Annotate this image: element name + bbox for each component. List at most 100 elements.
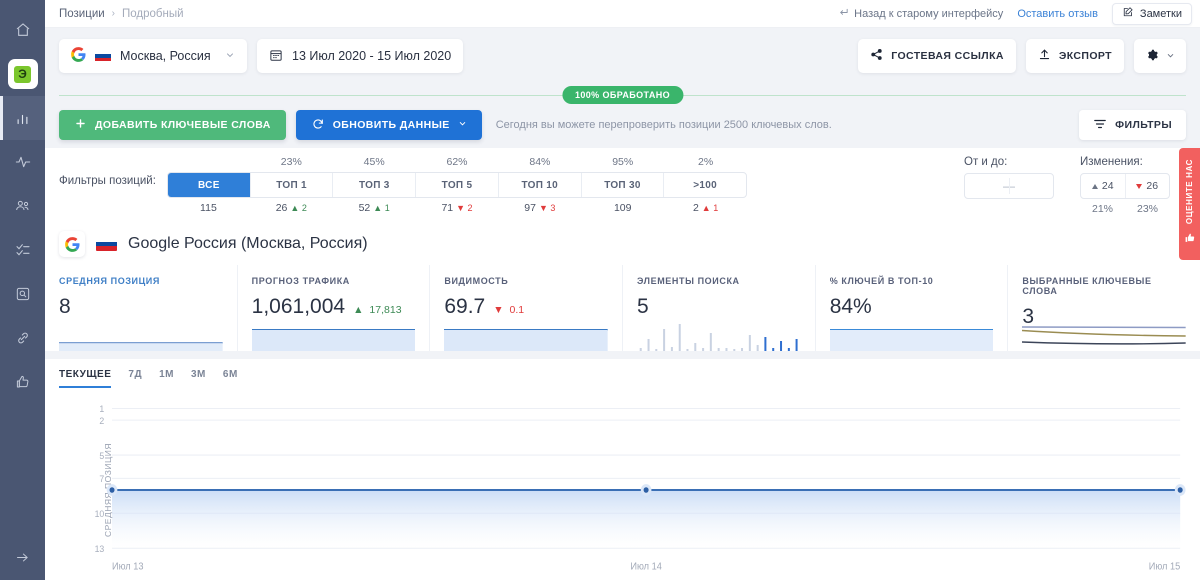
breadcrumb-root[interactable]: Позиции [59,8,105,20]
refresh-data-button[interactable]: ОБНОВИТЬ ДАННЫЕ [295,110,482,140]
svg-text:13: 13 [95,544,105,554]
tab-current[interactable]: ТЕКУЩЕЕ [59,369,112,388]
arrow-right-icon [15,550,30,570]
pf-pct [167,156,250,172]
sidebar-item-tasks[interactable] [0,228,45,272]
tab-7d[interactable]: 7Д [128,369,142,388]
sidebar-item-project[interactable]: Э [0,52,45,96]
settings-button[interactable] [1134,39,1186,73]
changes-up[interactable]: 24 [1081,174,1126,198]
export-label: ЭКСПОРТ [1058,50,1112,62]
breadcrumb-current: Подробный [122,7,184,20]
card-value-row: 5 [637,295,801,319]
segment-all[interactable]: ВСЕ [168,173,251,197]
card-value: 5 [637,295,649,318]
metric-card-search-features[interactable]: ЭЛЕМЕНТЫ ПОИСКА 5 [623,265,816,351]
filter-icon [1093,118,1107,133]
position-filters-percents: 23% 45% 62% 84% 95% 2% [167,156,747,172]
card-title: ВЫБРАННЫЕ КЛЮЧЕВЫЕ СЛОВА [1022,276,1152,296]
svg-text:1: 1 [99,404,104,414]
date-range-picker[interactable]: 13 Июл 2020 - 15 Июл 2020 [257,39,464,73]
position-filters-counts: 115 26 ▲ 2 52 ▲ 1 71 ▼ 2 97 ▼ 3 109 2 ▲ 1 [167,198,747,214]
back-to-old-ui-label: Назад к старому интерфейсу [854,7,1004,20]
leave-feedback-link[interactable]: Оставить отзыв [1017,8,1098,20]
return-arrow-icon [838,7,849,21]
segment-top10[interactable]: ТОП 10 [499,173,582,197]
segment-top3[interactable]: ТОП 3 [333,173,417,197]
tab-1m[interactable]: 1М [159,369,174,388]
triangle-down-icon [1136,183,1143,189]
position-filter-segmented-control: ВСЕ ТОП 1 ТОП 3 ТОП 5 ТОП 10 ТОП 30 >100 [167,172,747,198]
card-sparkline [251,321,416,351]
card-value-row: 1,061,004 ▲ 17,813 [252,295,416,319]
segment-top30[interactable]: ТОП 30 [582,173,665,197]
rate-us-tab[interactable]: ОЦЕНИТЕ НАС [1179,148,1200,260]
refresh-hint: Сегодня вы можете перепроверить позиции … [495,119,832,131]
pf-count: 109 [581,198,664,214]
metric-card-average-position[interactable]: СРЕДНЯЯ ПОЗИЦИЯ 8 [45,265,238,351]
card-value: 1,061,004 [251,295,346,318]
metric-card-traffic-forecast[interactable]: ПРОГНОЗ ТРАФИКА 1,061,004 ▲ 17,813 [237,265,431,351]
chart-canvas: 1 2 5 7 10 13 Июл 13 Июл 14 Июл 15 [81,400,1186,580]
range-input[interactable]: — [964,173,1054,199]
rate-us-label: ОЦЕНИТЕ НАС [1185,158,1194,225]
range-title: От и до: [964,156,1008,168]
sidebar-expand-button[interactable] [0,550,45,570]
segment-top5[interactable]: ТОП 5 [416,173,499,197]
position-filters-group: 23% 45% 62% 84% 95% 2% ВСЕ ТОП 1 ТОП 3 Т… [167,156,747,214]
changes-down[interactable]: 26 [1126,174,1170,198]
export-button[interactable]: ЭКСПОРТ [1025,39,1124,73]
position-filters-label: Фильтры позиций: [59,175,156,187]
sidebar-item-rankings[interactable] [0,96,45,140]
segment-over100[interactable]: >100 [664,173,746,197]
pf-pct: 23% [280,156,302,168]
sidebar-item-audit[interactable] [0,272,45,316]
filters-button[interactable]: ФИЛЬТРЫ [1079,110,1186,140]
notes-button[interactable]: Заметки [1111,2,1192,25]
pf-count: 97 ▼ 3 [498,198,581,214]
refresh-icon [311,117,325,134]
sidebar-item-backlinks[interactable] [0,316,45,360]
svg-text:Июл 15: Июл 15 [1149,561,1180,572]
controls-section: Москва, Россия 13 Июл 2020 - 15 Июл 2020 [45,28,1200,140]
pf-count-value: 2 [692,202,699,214]
link-icon [15,330,31,346]
russia-flag-icon [96,237,117,251]
svg-text:5: 5 [99,450,104,460]
site-selector[interactable]: Москва, Россия [59,39,247,73]
sidebar-item-competitors[interactable] [0,184,45,228]
metric-card-top10-percent[interactable]: % КЛЮЧЕЙ В ТОП-10 84% [815,265,1009,351]
average-position-chart[interactable]: СРЕДНЯЯ ПОЗИЦИЯ 1 2 5 7 10 13 Июл 13 Июл 14 Июл … [59,400,1186,580]
metric-card-selected-keywords[interactable]: ВЫБРАННЫЕ КЛЮЧЕВЫЕ СЛОВА 3 [1008,265,1200,351]
guest-link-button[interactable]: ГОСТЕВАЯ ССЫЛКА [858,39,1016,73]
top-bar-actions: Назад к старому интерфейсу Оставить отзы… [838,2,1192,25]
pf-delta-down: ▼ 2 [456,203,473,213]
sidebar-item-activity[interactable] [0,140,45,184]
back-to-old-ui-link[interactable]: Назад к старому интерфейсу [838,7,1003,21]
engine-title: Google Россия (Москва, Россия) [128,235,368,252]
people-icon [15,198,31,214]
metric-card-visibility[interactable]: ВИДИМОСТЬ 69.7 ▼ 0.1 [430,265,624,351]
progress-badge: 100% ОБРАБОТАНО [561,86,684,104]
card-sparkline [829,321,994,351]
pf-delta-up: ▲ 2 [290,203,307,213]
left-sidebar: Э [0,0,45,580]
sidebar-item-feedback[interactable] [0,360,45,404]
segment-top1[interactable]: ТОП 1 [251,173,334,197]
top-bar: Позиции › Подробный Назад к старому инте… [45,0,1200,28]
pf-pct: 2% [697,156,714,168]
sidebar-item-home[interactable] [0,8,45,52]
pf-count: 2 ▲ 1 [664,198,747,214]
home-icon [15,22,31,38]
processing-progress: 100% ОБРАБОТАНО [59,82,1186,112]
pf-delta-down: ▼ 3 [538,203,556,213]
google-icon [71,47,86,65]
app-root: Э Позиции › Подробный Назад к старому ин… [0,0,1200,580]
card-value: 8 [59,295,71,318]
tab-6m[interactable]: 6М [223,369,238,388]
add-keywords-button[interactable]: ДОБАВИТЬ КЛЮЧЕВЫЕ СЛОВА [59,110,286,140]
card-value-row: 8 [59,295,223,319]
changes-group: Изменения: 24 26 21% 23% [1080,156,1170,215]
tab-3m[interactable]: 3М [191,369,206,388]
pf-pct: 45% [363,156,385,168]
